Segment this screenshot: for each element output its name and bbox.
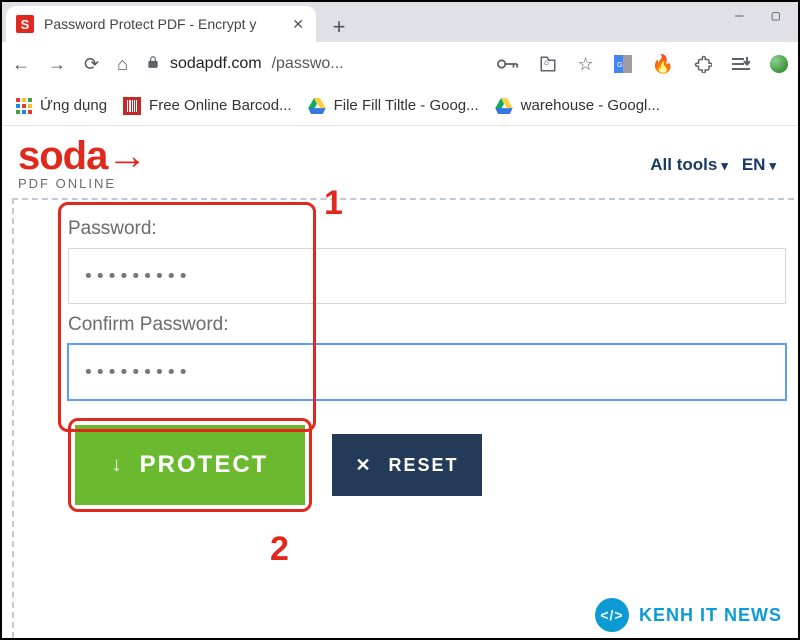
password-input[interactable] [68, 248, 786, 304]
browser-toolbar: ← → ⟳ ⌂ sodapdf.com /passwo... G ☆ G 🔥 [2, 42, 798, 86]
bookmark-apps[interactable]: Ứng dụng [16, 97, 107, 114]
annotation-2: 2 [270, 530, 289, 569]
bookmark-filefill[interactable]: File Fill Tiltle - Goog... [308, 97, 479, 114]
window-controls: — ▢ [735, 2, 798, 24]
profile-avatar-icon[interactable] [770, 55, 788, 73]
bookmarks-bar: Ứng dụng Free Online Barcod... File Fill… [2, 86, 798, 126]
gdrive-icon [308, 98, 326, 114]
annotation-1: 1 [324, 184, 343, 223]
translate-icon[interactable]: G [539, 55, 557, 73]
logo-arrow-icon: → [107, 134, 146, 178]
bookmark-star-icon[interactable]: ☆ [577, 54, 593, 75]
browser-tab[interactable]: S Password Protect PDF - Encrypt y ✕ [6, 6, 316, 42]
tab-title: Password Protect PDF - Encrypt y [44, 16, 256, 32]
nav-forward-icon[interactable]: → [48, 54, 66, 75]
nav-language[interactable]: EN [742, 155, 776, 175]
tab-favicon: S [16, 15, 34, 33]
barcode-icon [123, 97, 141, 115]
apps-icon [16, 98, 32, 114]
annotation-box-2: ↓ PROTECT [68, 418, 312, 512]
bookmark-filefill-label: File Fill Tiltle - Goog... [334, 97, 479, 114]
extensions-icon[interactable] [694, 55, 712, 73]
key-icon[interactable] [497, 57, 519, 71]
svg-text:G: G [617, 60, 623, 69]
confirm-password-label: Confirm Password: [68, 314, 786, 336]
svg-text:G: G [545, 61, 550, 67]
password-label: Password: [68, 218, 786, 240]
url-path: /passwo... [272, 55, 344, 73]
nav-all-tools[interactable]: All tools [650, 155, 728, 175]
bookmark-warehouse-label: warehouse - Googl... [521, 97, 660, 114]
nav-back-icon[interactable]: ← [12, 54, 30, 75]
gdrive-icon [495, 98, 513, 114]
confirm-password-input[interactable] [68, 344, 786, 400]
window-maximize-icon[interactable]: ▢ [772, 8, 780, 24]
protect-button-label: PROTECT [140, 451, 269, 479]
nav-home-icon[interactable]: ⌂ [117, 54, 128, 75]
bookmark-apps-label: Ứng dụng [40, 97, 107, 114]
tab-close-icon[interactable]: ✕ [292, 16, 304, 33]
watermark-text: KENH IT NEWS [639, 605, 782, 626]
new-tab-button[interactable]: + [324, 12, 354, 42]
url-bar[interactable]: sodapdf.com /passwo... [146, 55, 344, 74]
watermark-badge-icon: </> [595, 598, 629, 632]
window-minimize-icon[interactable]: — [735, 8, 743, 24]
ext-translate-icon[interactable]: G [614, 55, 632, 73]
bookmark-barcode[interactable]: Free Online Barcod... [123, 97, 292, 115]
brand-logo[interactable]: soda→ PDF ONLINE [18, 138, 146, 191]
url-host: sodapdf.com [170, 55, 262, 73]
bookmark-barcode-label: Free Online Barcod... [149, 97, 292, 114]
watermark: </> KENH IT NEWS [595, 598, 782, 632]
logo-subtitle: PDF ONLINE [18, 176, 146, 191]
download-arrow-icon: ↓ [112, 454, 124, 477]
browser-tabbar: S Password Protect PDF - Encrypt y ✕ + —… [2, 2, 798, 42]
logo-word: soda [18, 134, 107, 178]
close-icon: ✕ [355, 455, 372, 476]
reset-button-label: RESET [389, 455, 459, 476]
protect-button[interactable]: ↓ PROTECT [75, 425, 305, 505]
reset-button[interactable]: ✕ RESET [332, 434, 482, 496]
nav-reload-icon[interactable]: ⟳ [84, 54, 99, 75]
reading-list-icon[interactable] [732, 56, 750, 72]
ext-fire-icon[interactable]: 🔥 [652, 54, 674, 75]
lock-icon [146, 55, 160, 74]
bookmark-warehouse[interactable]: warehouse - Googl... [495, 97, 660, 114]
